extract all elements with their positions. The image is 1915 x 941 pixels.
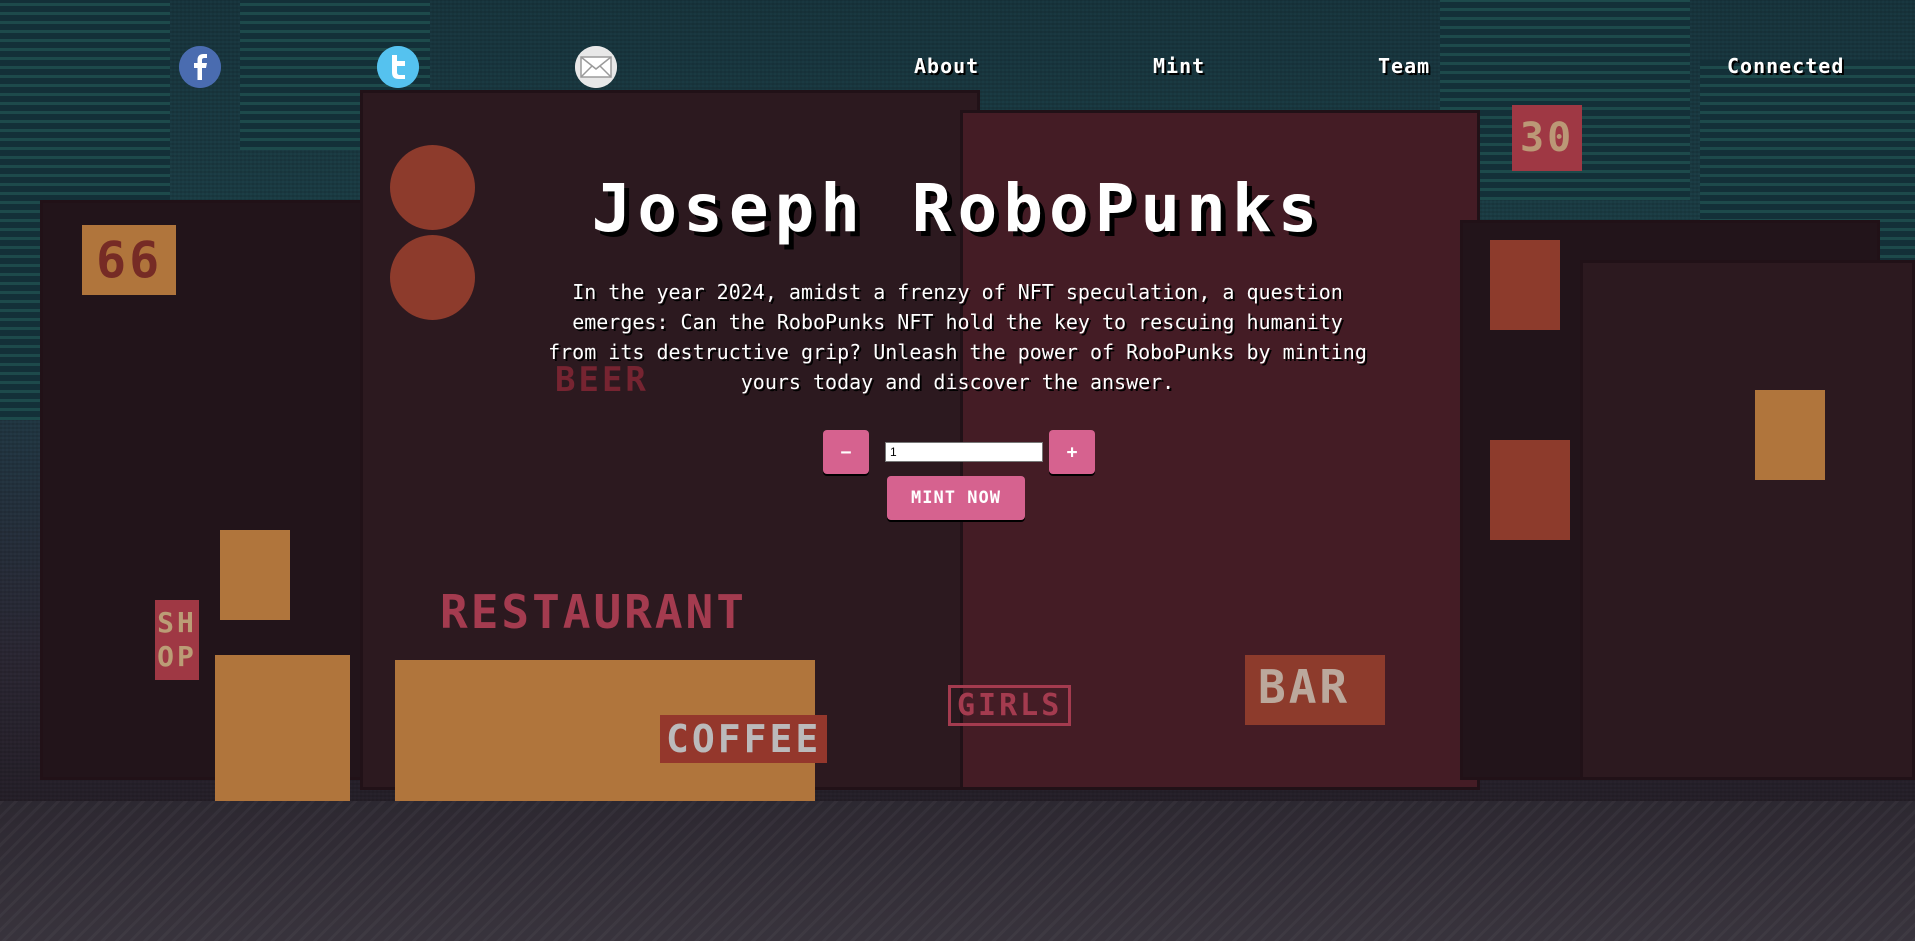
hero-section: Joseph RoboPunks In the year 2024, amids… (0, 160, 1915, 397)
increment-button[interactable]: + (1049, 430, 1095, 474)
email-link[interactable] (575, 46, 617, 88)
page-title: Joseph RoboPunks (591, 170, 1324, 247)
nav-mint-link[interactable]: Mint (1153, 54, 1205, 78)
nav-about-link[interactable]: About (914, 54, 979, 78)
mint-now-button[interactable]: MINT NOW (887, 476, 1025, 520)
quantity-stepper: − + (823, 430, 1095, 474)
facebook-link[interactable] (179, 46, 221, 88)
hero-description: In the year 2024, amidst a frenzy of NFT… (548, 280, 1367, 394)
quantity-input[interactable] (885, 442, 1043, 462)
decrement-button[interactable]: − (823, 430, 869, 474)
twitter-link[interactable] (377, 46, 419, 88)
top-navigation: About Mint Team Connected (0, 0, 1915, 132)
wallet-connected-status[interactable]: Connected (1727, 54, 1844, 78)
twitter-icon (377, 46, 419, 88)
facebook-icon (179, 46, 221, 88)
nav-team-link[interactable]: Team (1378, 54, 1430, 78)
email-icon (575, 46, 617, 88)
